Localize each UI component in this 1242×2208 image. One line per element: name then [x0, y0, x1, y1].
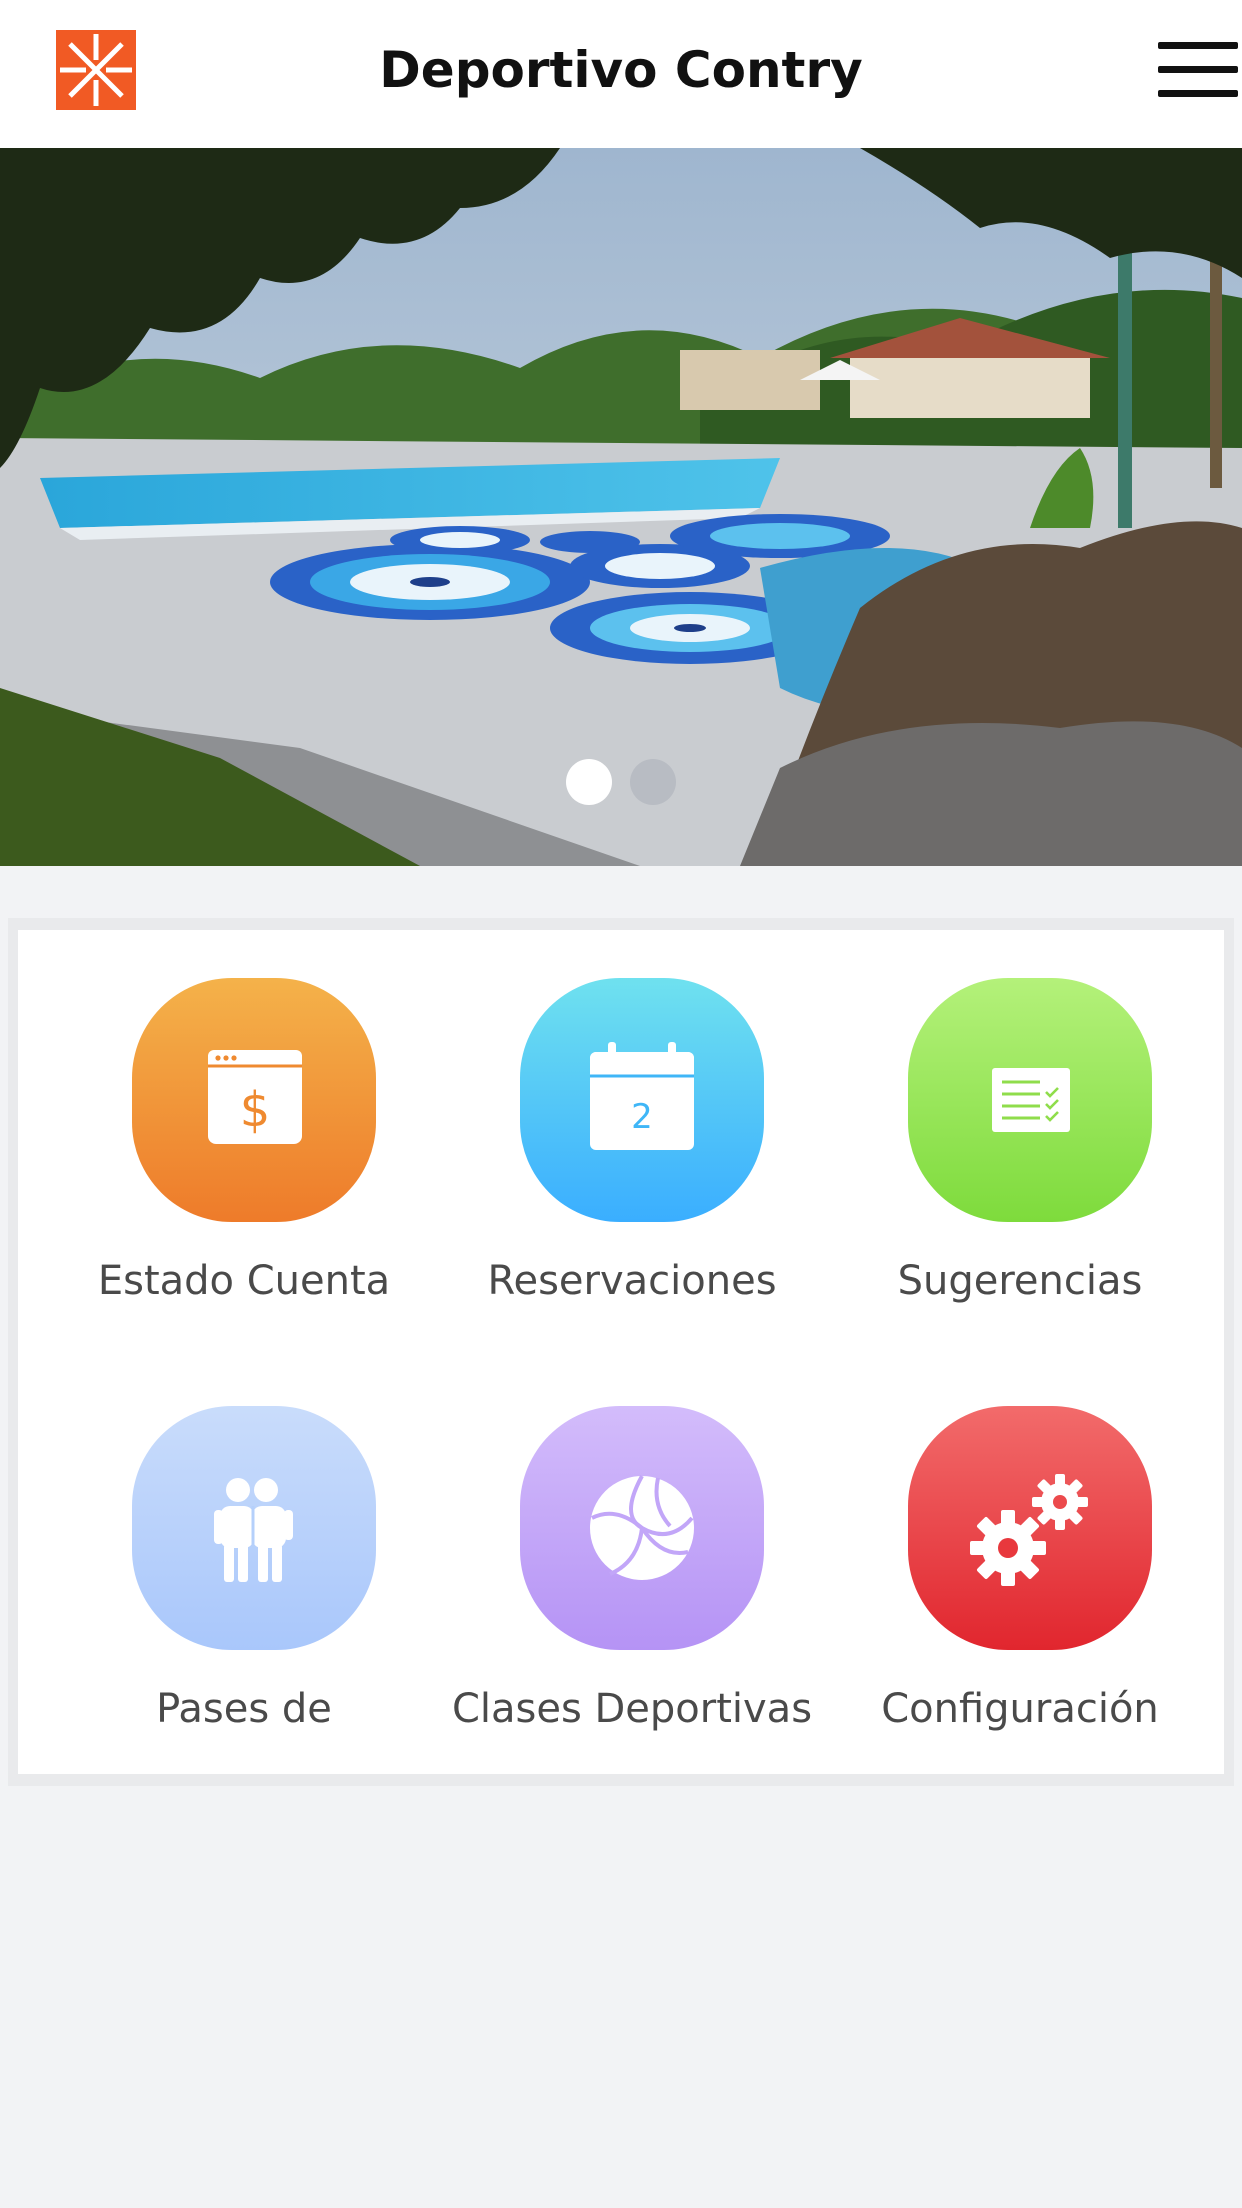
menu-item-label: Configuración [881, 1686, 1159, 1732]
page-title: Deportivo Contry [379, 41, 863, 99]
menu-item-estado-cuenta[interactable]: $ Estado Cuenta [50, 978, 438, 1358]
svg-text:$: $ [240, 1082, 271, 1138]
menu-item-label: Pases de [156, 1686, 332, 1732]
hamburger-menu-icon[interactable] [1158, 38, 1238, 100]
menu-item-pases-de[interactable]: Pases de [50, 1406, 438, 1786]
friends-icon[interactable] [132, 1406, 376, 1650]
app-header: Deportivo Contry [0, 0, 1242, 148]
calendar-day: 2 [631, 1097, 653, 1137]
menu-item-label: Clases Deportivas [451, 1686, 813, 1732]
account-statement-icon[interactable]: $ [132, 978, 376, 1222]
menu-item-label: Reservaciones [487, 1258, 777, 1304]
carousel-pagination[interactable] [0, 756, 1242, 806]
gears-icon[interactable] [908, 1406, 1152, 1650]
checklist-icon[interactable] [908, 978, 1152, 1222]
menu-item-reservaciones[interactable]: 2 Reservaciones [438, 978, 826, 1358]
menu-item-configuracion[interactable]: Configuración [826, 1406, 1214, 1786]
menu-item-clases-deportivas[interactable]: Clases Deportivas [438, 1406, 826, 1786]
volleyball-icon[interactable] [520, 1406, 764, 1650]
menu-item-sugerencias[interactable]: Sugerencias [826, 978, 1214, 1358]
menu-grid: $ Estado Cuenta 2 Reservaciones Sugerenc… [18, 930, 1224, 1774]
menu-item-label: Sugerencias [897, 1258, 1143, 1304]
calendar-icon[interactable]: 2 [520, 978, 764, 1222]
carousel-dot-2[interactable] [630, 759, 676, 805]
menu-item-label: Estado Cuenta [97, 1258, 391, 1304]
carousel-dot-1[interactable] [566, 759, 612, 805]
